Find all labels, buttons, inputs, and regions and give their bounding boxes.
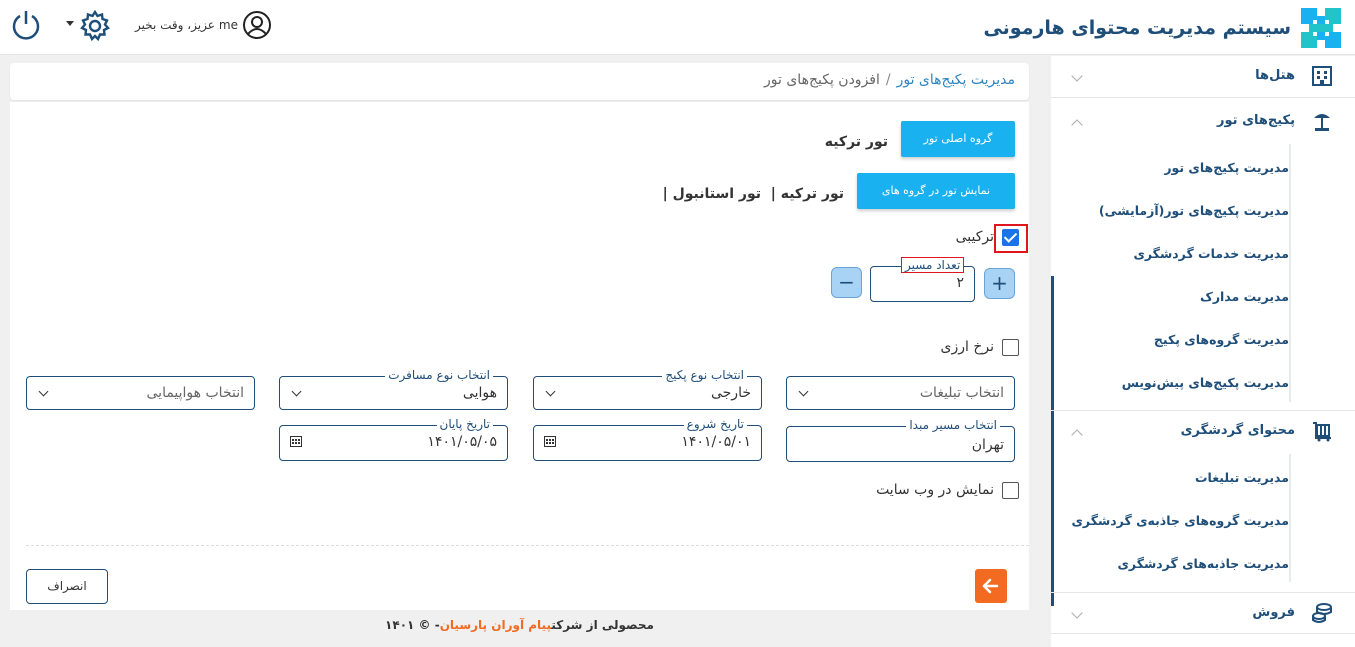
package-type-value: خارجی (710, 385, 751, 401)
sidebar-item-attraction-groups[interactable]: مدیریت گروه‌های جاذبه‌ی گردشگری (1071, 513, 1289, 528)
end-date-label: تاریخ پایان (436, 417, 493, 431)
breadcrumb-current: افزودن پکیج‌های تور (764, 72, 880, 88)
submenu-guide (1289, 454, 1291, 582)
luggage-cart-icon (1311, 420, 1333, 442)
route-count-value: ۲ (956, 275, 964, 291)
package-type-label: انتخاب نوع پکیج (662, 368, 747, 382)
sidebar-section-label: هتل‌ها (1255, 68, 1295, 83)
origin-route-label: انتخاب مسیر مبدا (906, 418, 1000, 432)
chevron-down-icon (1071, 70, 1083, 82)
travel-type-select[interactable]: انتخاب نوع مسافرت هوایی (279, 368, 508, 410)
user-avatar-icon (242, 10, 272, 40)
app-title: سیستم مدیریت محتوای هارمونی (983, 17, 1291, 39)
sidebar-item-package-groups[interactable]: مدیریت گروه‌های پکیج (1154, 332, 1289, 347)
sidebar-section-hotels[interactable]: هتل‌ها (1051, 56, 1355, 98)
sidebar-item-attractions[interactable]: مدیریت جاذبه‌های گردشگری (1117, 556, 1289, 571)
start-date-input[interactable]: تاریخ شروع ۱۴۰۱/۰۵/۰۱ (533, 417, 762, 461)
footer-copyright: - © ۱۴۰۱ (385, 618, 440, 632)
chevron-down-icon (38, 386, 49, 397)
chevron-down-icon[interactable] (66, 21, 74, 26)
combined-label: ترکیبی (955, 229, 994, 245)
sidebar-section-label: محتوای گردشگری (1180, 423, 1295, 438)
sidebar-section-tour-packages[interactable]: پکیج‌های تور (1051, 101, 1355, 143)
breadcrumb: مدیریت پکیج‌های تور / افزودن پکیج‌های تو… (10, 63, 1029, 100)
show-on-website-label: نمایش در وب سایت (876, 482, 994, 498)
sidebar-section-label: فروش (1252, 605, 1295, 620)
end-date-input[interactable]: تاریخ پایان ۱۴۰۱/۰۵/۰۵ (279, 417, 508, 461)
harmony-logo-icon (1299, 6, 1343, 50)
top-header: سیستم مدیریت محتوای هارمونی عزیز، وقت بخ… (0, 0, 1355, 55)
chevron-up-icon (1071, 429, 1083, 441)
sidebar-item-ads[interactable]: مدیریت تبلیغات (1195, 470, 1289, 485)
chevron-down-icon (798, 386, 809, 397)
greeting-text: عزیز، وقت بخیر (135, 18, 215, 32)
divider (26, 545, 1029, 546)
route-count-label: تعداد مسیر (901, 257, 965, 273)
airline-select[interactable]: انتخاب هواپیمایی (26, 376, 255, 410)
calendar-icon[interactable] (544, 435, 556, 447)
start-date-label: تاریخ شروع (683, 417, 747, 431)
origin-route-value: تهران (971, 437, 1004, 453)
sidebar-item-draft-packages[interactable]: مدیریت پکیج‌های پیش‌نویس (1122, 375, 1289, 390)
beach-umbrella-icon (1311, 110, 1333, 132)
chevron-down-icon (291, 386, 302, 397)
sidebar-item-tourism-services[interactable]: مدیریت خدمات گردشگری (1133, 246, 1289, 261)
sidebar-item-documents[interactable]: مدیریت مدارک (1200, 289, 1289, 304)
travel-type-value: هوایی (462, 385, 497, 401)
calendar-icon[interactable] (290, 435, 302, 447)
gear-icon[interactable] (78, 9, 112, 43)
package-type-select[interactable]: انتخاب نوع پکیج خارجی (533, 368, 762, 410)
end-date-value: ۱۴۰۱/۰۵/۰۵ (427, 434, 497, 450)
sidebar: هتل‌ها پکیج‌های تور مدیریت پکیج‌های تور … (1051, 56, 1355, 647)
show-in-groups-button[interactable]: نمایش تور در گروه های (857, 173, 1015, 209)
sidebar-section-tourism-content[interactable]: محتوای گردشگری (1051, 410, 1355, 452)
combined-checkbox[interactable] (1002, 229, 1019, 246)
plus-button[interactable]: + (984, 268, 1015, 299)
chevron-down-icon (1071, 607, 1083, 619)
airline-select-value: انتخاب هواپیمایی (146, 385, 245, 401)
footer-prefix: محصولی از شرکت (551, 618, 654, 632)
arrow-left-icon (982, 578, 999, 594)
sidebar-section-label: پکیج‌های تور (1217, 113, 1295, 128)
coins-icon (1311, 602, 1333, 624)
back-button[interactable] (975, 569, 1007, 603)
user-menu[interactable]: عزیز، وقت بخیر me (135, 10, 272, 40)
minus-button[interactable]: − (831, 267, 862, 298)
currency-rate-label: نرخ ارزی (940, 339, 994, 355)
start-date-value: ۱۴۰۱/۰۵/۰۱ (681, 434, 751, 450)
travel-type-label: انتخاب نوع مسافرت (385, 368, 493, 382)
breadcrumb-parent-link[interactable]: مدیریت پکیج‌های تور (897, 72, 1015, 88)
user-name: me (218, 18, 238, 32)
footer: محصولی از شرکتپیام آوران پارسیان- © ۱۴۰۱ (10, 618, 1029, 632)
show-on-website-checkbox[interactable] (1002, 482, 1019, 499)
power-icon[interactable] (10, 9, 42, 41)
main-group-value: تور ترکیه (824, 134, 888, 150)
sidebar-item-tour-packages-test[interactable]: مدیریت پکیج‌های تور(آزمایشی) (1099, 203, 1289, 218)
ads-select[interactable]: انتخاب تبلیغات (786, 376, 1015, 410)
chevron-down-icon (545, 386, 556, 397)
origin-route-input[interactable]: انتخاب مسیر مبدا تهران (786, 418, 1015, 462)
footer-company-link[interactable]: پیام آوران پارسیان (440, 618, 552, 632)
main-group-button[interactable]: گروه اصلی تور (901, 121, 1015, 157)
chevron-up-icon (1071, 119, 1083, 131)
brand: سیستم مدیریت محتوای هارمونی (983, 5, 1343, 51)
currency-rate-checkbox[interactable] (1002, 339, 1019, 356)
breadcrumb-separator: / (885, 72, 891, 88)
ads-select-value: انتخاب تبلیغات (919, 385, 1004, 401)
sidebar-section-sales[interactable]: فروش (1051, 592, 1355, 634)
groups-value: تور ترکیه | تور استانبول | (662, 186, 844, 202)
submenu-guide (1289, 144, 1291, 402)
hotel-building-icon (1311, 65, 1333, 87)
cancel-button[interactable]: انصراف (26, 569, 108, 604)
sidebar-item-tour-packages[interactable]: مدیریت پکیج‌های تور (1164, 160, 1289, 175)
